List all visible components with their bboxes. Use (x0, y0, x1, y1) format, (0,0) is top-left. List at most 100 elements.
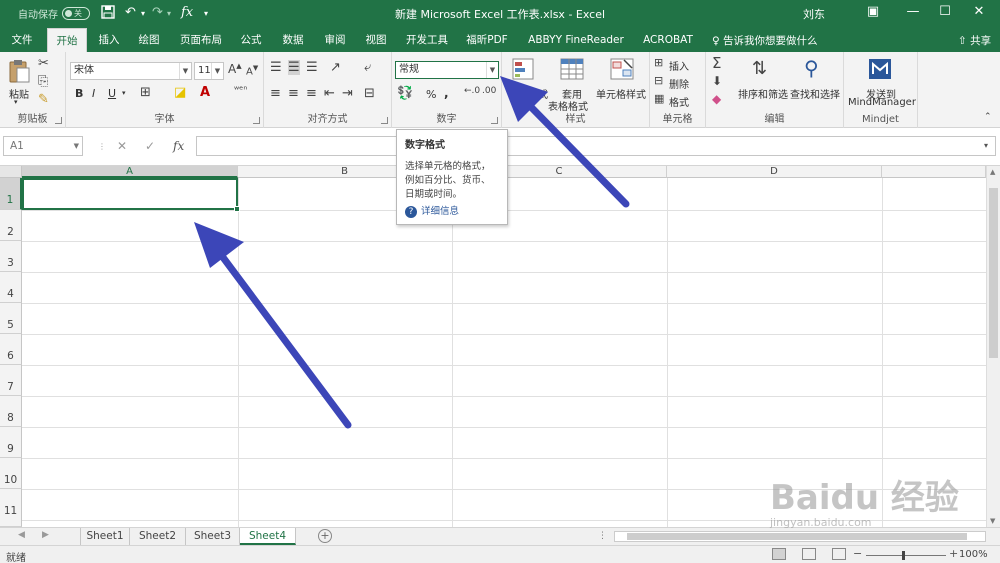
format-cells-label[interactable]: 格式 (669, 94, 689, 109)
maximize-icon[interactable]: ☐ (930, 4, 960, 19)
active-cell-a1[interactable] (22, 178, 240, 212)
ribbon-display-icon[interactable]: ▣ (858, 4, 888, 19)
row-header-1[interactable]: 1 (0, 178, 22, 210)
zoom-in-icon[interactable]: + (949, 547, 958, 560)
insert-cells-icon[interactable]: ⊞ (654, 56, 663, 69)
tab-draw[interactable]: 绘图 (132, 28, 166, 52)
zoom-slider-knob[interactable] (902, 551, 905, 560)
comma-style-button[interactable]: , (444, 86, 449, 100)
cell-styles-icon[interactable] (610, 58, 634, 83)
decrease-decimal-icon[interactable]: .00 (482, 86, 496, 96)
format-as-table-icon[interactable] (560, 58, 584, 83)
conditional-format-label[interactable]: 条件格式 (508, 86, 548, 101)
number-format-select[interactable]: 常规 ▼ (395, 61, 499, 79)
find-select-icon[interactable]: ⚲ (804, 56, 819, 80)
copy-icon[interactable]: ⎘ (38, 74, 48, 89)
page-break-view-icon[interactable] (832, 548, 846, 560)
cancel-icon[interactable]: ✕ (117, 139, 127, 153)
row-header-8[interactable]: 8 (0, 396, 22, 427)
formula-input[interactable] (196, 136, 996, 156)
tab-data[interactable]: 数据 (276, 28, 310, 52)
scroll-up-icon[interactable]: ▲ (990, 168, 995, 176)
minimize-icon[interactable]: — (898, 4, 928, 19)
row-header-2[interactable]: 2 (0, 210, 22, 241)
align-left-icon[interactable]: ≡ (270, 86, 281, 101)
collapse-ribbon-icon[interactable]: ⌃ (984, 112, 992, 122)
horizontal-scroll-thumb[interactable] (627, 533, 967, 540)
row-header-5[interactable]: 5 (0, 303, 22, 334)
sheet-tab-sheet1[interactable]: Sheet1 (80, 528, 130, 545)
find-select-label[interactable]: 查找和选择 (790, 86, 840, 101)
row-header-7[interactable]: 7 (0, 365, 22, 396)
page-layout-view-icon[interactable] (802, 548, 816, 560)
accounting-format-icon[interactable]: 💱 (397, 86, 413, 101)
sort-filter-icon[interactable]: ⇅ (752, 58, 767, 79)
sheet-tab-sheet3[interactable]: Sheet3 (186, 528, 240, 545)
autosum-icon[interactable]: Σ (712, 54, 721, 72)
paste-label[interactable]: 粘贴 (9, 86, 29, 101)
sort-filter-label[interactable]: 排序和筛选 (738, 86, 788, 101)
underline-button[interactable]: U (108, 87, 116, 100)
row-header-3[interactable]: 3 (0, 241, 22, 272)
align-top-icon[interactable]: ☰ (270, 60, 282, 75)
add-sheet-icon[interactable]: + (318, 529, 332, 543)
merge-center-icon[interactable]: ⊟ (364, 86, 375, 101)
zoom-level[interactable]: 100% (959, 549, 988, 560)
tab-formulas[interactable]: 公式 (234, 28, 268, 52)
column-header-a[interactable]: A (22, 166, 238, 178)
horizontal-scrollbar[interactable] (614, 531, 986, 542)
increase-indent-icon[interactable]: ⇥ (342, 86, 353, 101)
italic-button[interactable]: I (92, 87, 95, 100)
undo-dropdown-icon[interactable]: ▾ (141, 9, 145, 18)
close-icon[interactable]: ✕ (964, 4, 994, 19)
row-header-9[interactable]: 9 (0, 427, 22, 458)
delete-cells-icon[interactable]: ⊟ (654, 74, 663, 87)
insert-cells-label[interactable]: 插入 (669, 58, 689, 73)
bold-button[interactable]: B (75, 87, 83, 100)
fill-handle[interactable] (234, 206, 240, 212)
font-launcher-icon[interactable] (253, 117, 260, 124)
conditional-format-icon[interactable] (512, 58, 534, 83)
save-icon[interactable] (101, 5, 115, 23)
tab-insert[interactable]: 插入 (92, 28, 126, 52)
font-name-select[interactable]: 宋体 ▼ (70, 62, 192, 80)
vertical-scroll-thumb[interactable] (989, 188, 998, 358)
orientation-icon[interactable]: ↗ (330, 60, 341, 75)
share-button[interactable]: ⇧ 共享 (958, 33, 991, 48)
tab-acrobat[interactable]: ACROBAT (640, 28, 696, 52)
customize-toolbar-icon[interactable]: ▾ (204, 9, 208, 18)
user-name[interactable]: 刘东 (803, 6, 825, 22)
column-header-e[interactable] (882, 166, 986, 178)
tab-page-layout[interactable]: 页面布局 (176, 28, 226, 52)
normal-view-icon[interactable] (772, 548, 786, 560)
increase-font-icon[interactable]: A▲ (228, 62, 242, 76)
font-color-icon[interactable]: A (200, 85, 210, 100)
wrap-text-icon[interactable]: ⤶ (364, 60, 371, 75)
insert-function-icon[interactable]: fx (181, 5, 193, 20)
fill-color-icon[interactable]: ◪ (174, 85, 186, 100)
autosave-toggle[interactable]: 关 (62, 7, 90, 20)
mindmanager-icon[interactable] (868, 58, 892, 83)
align-center-icon[interactable]: ≡ (288, 86, 299, 101)
tab-view[interactable]: 视图 (359, 28, 393, 52)
tab-developer[interactable]: 开发工具 (401, 28, 453, 52)
next-sheet-icon[interactable]: ▶ (42, 530, 49, 540)
align-bottom-icon[interactable]: ☰ (306, 60, 318, 75)
select-all-corner[interactable] (0, 166, 22, 178)
increase-decimal-icon[interactable]: ←.0 (464, 86, 480, 96)
sheet-tab-sheet2[interactable]: Sheet2 (130, 528, 186, 545)
tab-abbyy[interactable]: ABBYY FineReader 12 (522, 28, 630, 70)
row-header-4[interactable]: 4 (0, 272, 22, 303)
zoom-out-icon[interactable]: − (853, 547, 862, 560)
align-right-icon[interactable]: ≡ (306, 86, 317, 101)
zoom-slider[interactable] (866, 551, 946, 560)
format-painter-icon[interactable]: ✎ (38, 92, 49, 107)
cell-styles-label[interactable]: 单元格样式 (596, 86, 646, 101)
tab-home[interactable]: 开始 (47, 28, 87, 52)
decrease-font-icon[interactable]: A▼ (246, 64, 258, 77)
row-header-10[interactable]: 10 (0, 458, 22, 489)
name-box[interactable]: A1 ▼ (3, 136, 83, 156)
decrease-indent-icon[interactable]: ⇤ (324, 86, 335, 101)
tab-split-handle-icon[interactable]: ⋮ (598, 531, 607, 541)
vertical-scrollbar[interactable]: ▲ ▼ (986, 166, 1000, 527)
